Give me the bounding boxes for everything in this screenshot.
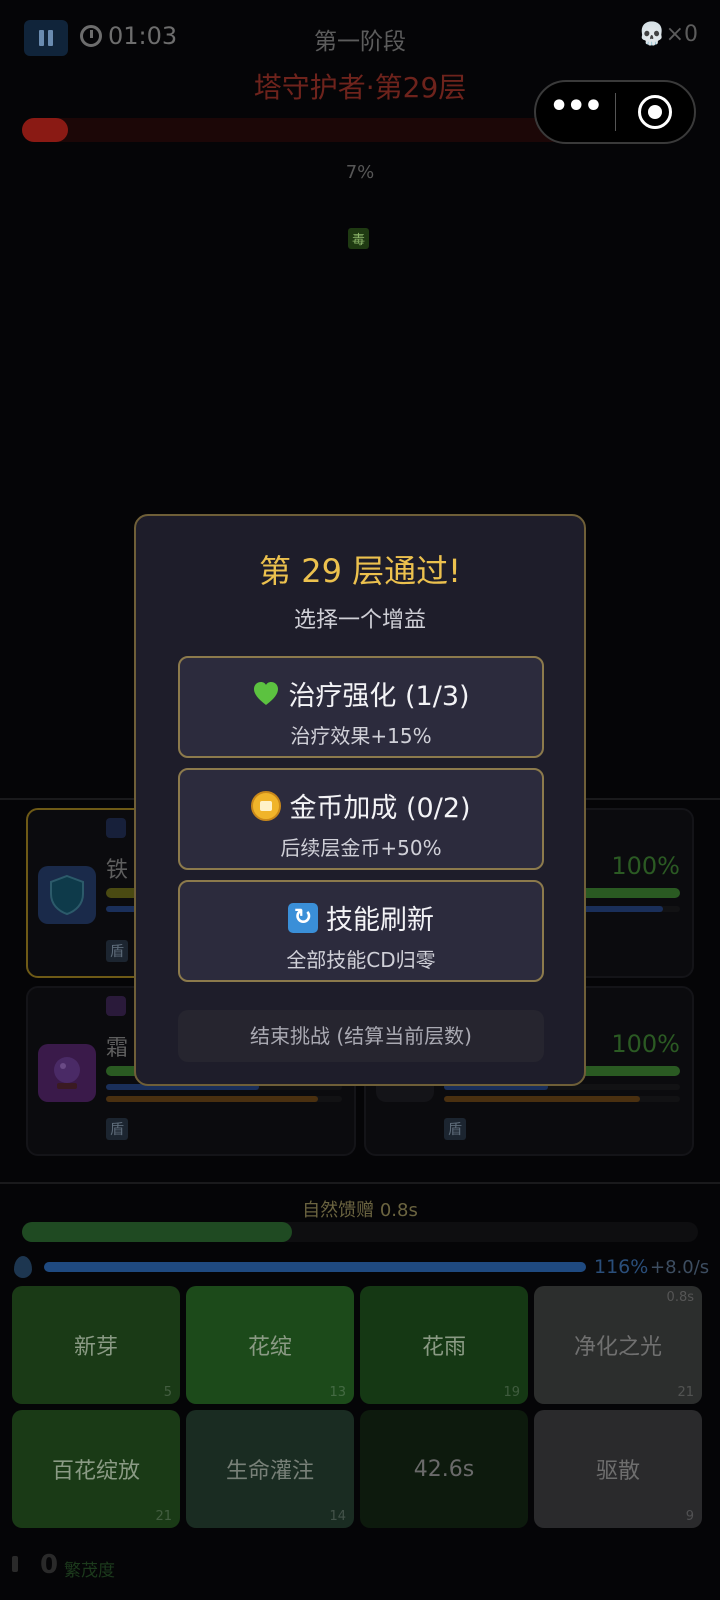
floor-clear-dialog: 第 29 层通过! 选择一个增益 治疗强化 (1/3) 治疗效果+15% 金币加… (134, 514, 586, 1086)
buff-desc: 全部技能CD归零 (286, 948, 436, 972)
dialog-title: 第 29 层通过! (259, 552, 461, 590)
buff-option-gold[interactable]: 金币加成 (0/2) 后续层金币+50% (178, 768, 544, 870)
refresh-icon: ↻ (288, 902, 318, 933)
buff-name: 金币加成 (0/2) (289, 793, 471, 824)
end-challenge-button[interactable]: 结束挑战 (结算当前层数) (178, 1010, 544, 1062)
dialog-subtitle: 选择一个增益 (293, 608, 426, 633)
modal-overlay: 第 29 层通过! 选择一个增益 治疗强化 (1/3) 治疗效果+15% 金币加… (0, 0, 720, 1600)
buff-name: 技能刷新 (326, 905, 434, 936)
buff-option-heal[interactable]: 治疗强化 (1/3) 治疗效果+15% (178, 656, 544, 758)
buff-name: 治疗强化 (1/3) (288, 681, 470, 712)
buff-desc: 治疗效果+15% (290, 724, 432, 748)
coin-icon (251, 790, 282, 821)
buff-desc: 后续层金币+50% (280, 836, 442, 860)
green-heart-icon (254, 681, 279, 705)
buff-option-refresh[interactable]: ↻ 技能刷新 全部技能CD归零 (178, 880, 544, 982)
